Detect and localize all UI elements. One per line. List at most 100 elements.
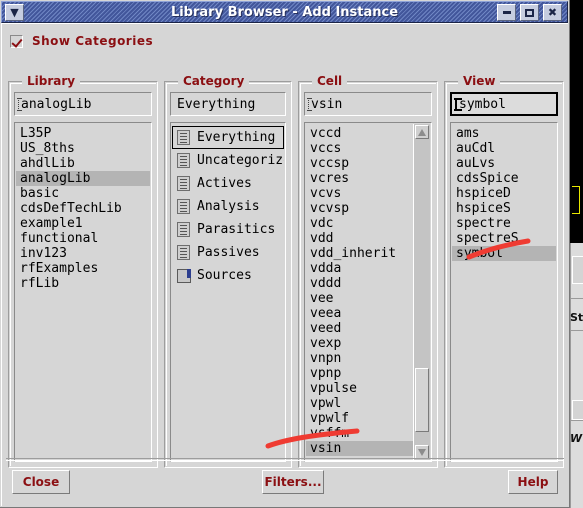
list-item[interactable]: vccd: [306, 126, 413, 141]
text-caret-icon: [454, 97, 462, 111]
list-item[interactable]: vexp: [306, 336, 413, 351]
show-categories-checkbox[interactable]: [10, 34, 23, 48]
background-label-wi: W: [570, 432, 583, 445]
view-input-value: symbol: [459, 96, 506, 112]
close-button-bottom[interactable]: Close: [12, 470, 70, 494]
list-item[interactable]: veed: [306, 321, 413, 336]
list-item[interactable]: vcvsp: [306, 201, 413, 216]
list-item[interactable]: vpulse: [306, 381, 413, 396]
list-item[interactable]: Passives: [172, 241, 284, 264]
background-divider-2: [570, 330, 583, 331]
view-panel: View symbol ams auCdl auLvs cdsSpice hsp…: [444, 74, 564, 468]
window-menu-button[interactable]: ▼: [5, 3, 24, 21]
list-item[interactable]: hspiceD: [452, 186, 556, 201]
list-item[interactable]: hspiceS: [452, 201, 556, 216]
help-button[interactable]: Help: [508, 470, 558, 494]
scroll-down-button[interactable]: [415, 445, 429, 459]
library-title: Library: [22, 74, 81, 88]
list-item[interactable]: Analysis: [172, 195, 284, 218]
cell-scrollbar[interactable]: [413, 124, 430, 460]
list-item[interactable]: vccsp: [306, 156, 413, 171]
category-list: Everything Uncategorized Actives An: [172, 126, 284, 460]
list-item[interactable]: functional: [16, 231, 150, 246]
list-item[interactable]: cdsDefTechLib: [16, 201, 150, 216]
background-divider-1: [570, 298, 583, 299]
list-item[interactable]: auCdl: [452, 141, 556, 156]
text-caret-icon: [17, 97, 22, 111]
category-listbox[interactable]: Everything Uncategorized Actives An: [170, 122, 286, 462]
screen: St W ▼ Library Browser - Add Instance ✖: [0, 0, 583, 508]
view-input[interactable]: symbol: [450, 92, 558, 116]
view-list: ams auCdl auLvs cdsSpice hspiceD hspiceS…: [452, 126, 556, 460]
library-listbox[interactable]: L35P US_8ths ahdlLib analogLib basic cds…: [14, 122, 152, 462]
list-item-label: Analysis: [197, 199, 260, 214]
view-listbox[interactable]: ams auCdl auLvs cdsSpice hspiceD hspiceS…: [450, 122, 558, 462]
list-item[interactable]: vnpn: [306, 351, 413, 366]
list-item[interactable]: US_8ths: [16, 141, 150, 156]
list-item[interactable]: example1: [16, 216, 150, 231]
list-item-selected[interactable]: vsin: [306, 441, 413, 456]
list-item[interactable]: vcres: [306, 171, 413, 186]
background-label-st: St: [570, 311, 583, 324]
list-item[interactable]: vdc: [306, 216, 413, 231]
list-item[interactable]: vccs: [306, 141, 413, 156]
list-item[interactable]: vee: [306, 291, 413, 306]
list-item[interactable]: vpnp: [306, 366, 413, 381]
list-item[interactable]: basic: [16, 186, 150, 201]
minimize-icon: [502, 11, 511, 14]
list-item-selected[interactable]: Everything: [172, 126, 284, 149]
list-item[interactable]: vddd: [306, 276, 413, 291]
document-icon: [177, 199, 190, 214]
cell-listbox[interactable]: vccd vccs vccsp vcres vcvs vcvsp vdc vdd…: [304, 122, 432, 462]
list-item[interactable]: vpwl: [306, 396, 413, 411]
minimize-button[interactable]: [497, 4, 516, 21]
window-controls: ✖: [495, 4, 564, 21]
dialog-client-area: Show Categories Library analogLib L35P U…: [1, 23, 568, 506]
list-item[interactable]: cdsSpice: [452, 171, 556, 186]
show-categories-checkbox-row[interactable]: Show Categories: [10, 34, 153, 48]
category-input-value: Everything: [177, 96, 256, 112]
text-caret-icon: [307, 97, 312, 111]
scrollbar-thumb[interactable]: [415, 368, 429, 432]
list-item[interactable]: vdd: [306, 231, 413, 246]
list-item[interactable]: vdda: [306, 261, 413, 276]
list-item[interactable]: vcvs: [306, 186, 413, 201]
library-input[interactable]: analogLib: [14, 92, 152, 116]
cell-input-value: vsin: [311, 96, 343, 112]
list-item[interactable]: vpwlf: [306, 411, 413, 426]
list-item[interactable]: ahdlLib: [16, 156, 150, 171]
background-form-field-2: [572, 400, 583, 420]
window-titlebar: ▼ Library Browser - Add Instance ✖: [1, 1, 568, 23]
document-icon: [177, 222, 190, 237]
list-item[interactable]: veea: [306, 306, 413, 321]
list-item[interactable]: spectre: [452, 216, 556, 231]
library-list: L35P US_8ths ahdlLib analogLib basic cds…: [16, 126, 150, 460]
background-symbol-shape-icon: [572, 186, 580, 214]
cell-panel: Cell vsin vccd vccs vccsp vcres vcvs vcv…: [298, 74, 438, 468]
list-item[interactable]: spectreS: [452, 231, 556, 246]
category-title: Category: [178, 74, 250, 88]
filters-button[interactable]: Filters...: [262, 470, 324, 494]
close-button[interactable]: ✖: [543, 4, 562, 21]
scroll-up-button[interactable]: [415, 125, 429, 139]
list-item[interactable]: auLvs: [452, 156, 556, 171]
list-item-label: Sources: [197, 268, 252, 283]
category-input[interactable]: Everything: [170, 92, 286, 116]
list-item[interactable]: vdd_inherit: [306, 246, 413, 261]
list-item-selected[interactable]: analogLib: [16, 171, 150, 186]
maximize-button[interactable]: [520, 4, 539, 21]
cell-input[interactable]: vsin: [304, 92, 432, 116]
list-item[interactable]: Parasitics: [172, 218, 284, 241]
list-item[interactable]: rfLib: [16, 276, 150, 291]
list-item[interactable]: Sources: [172, 264, 284, 287]
list-item[interactable]: L35P: [16, 126, 150, 141]
list-item[interactable]: vsffm: [306, 426, 413, 441]
list-item[interactable]: ams: [452, 126, 556, 141]
list-item[interactable]: inv123: [16, 246, 150, 261]
list-item[interactable]: Uncategorized: [172, 149, 284, 172]
background-form-field: [572, 256, 583, 284]
list-item[interactable]: rfExamples: [16, 261, 150, 276]
list-item-selected[interactable]: symbol: [452, 246, 556, 261]
list-item[interactable]: Actives: [172, 172, 284, 195]
list-item-label: Parasitics: [197, 222, 276, 237]
